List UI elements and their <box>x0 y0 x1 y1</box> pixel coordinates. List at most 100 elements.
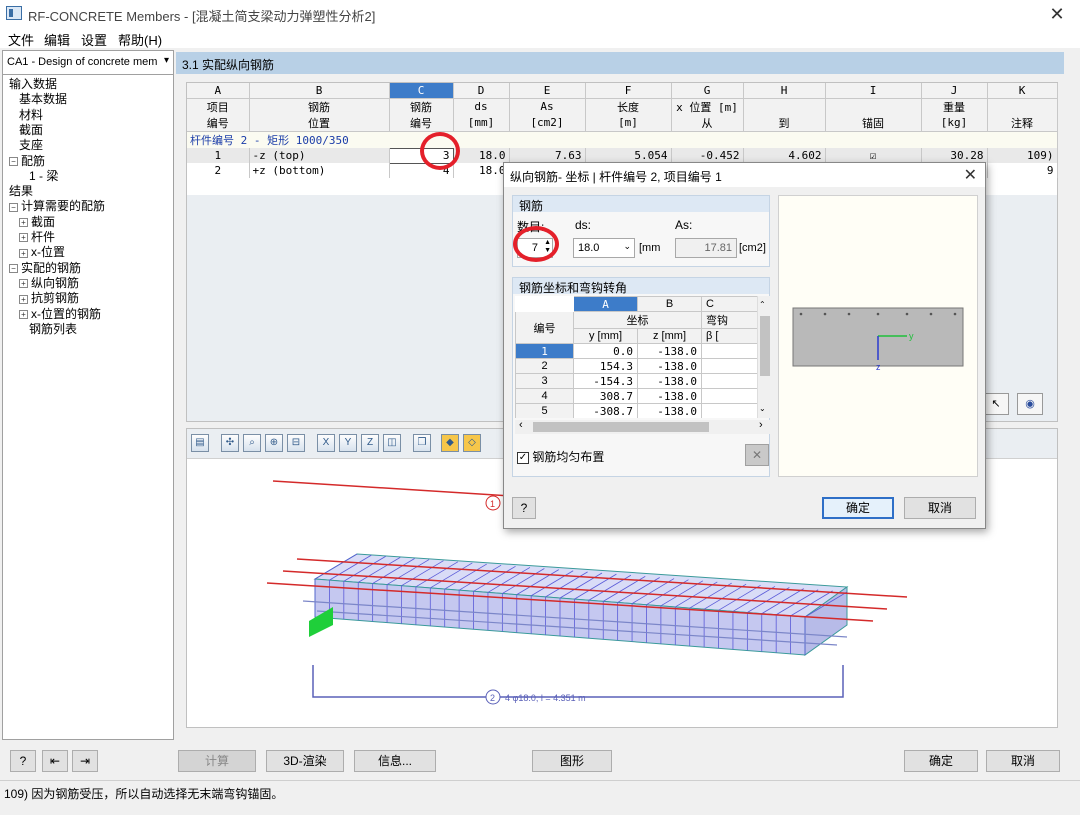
tree-item[interactable]: 基本数据 <box>19 92 67 107</box>
scroll-left-icon[interactable]: ‹ <box>519 419 523 431</box>
ds-select[interactable]: 18.0 ⌄ <box>573 238 635 258</box>
hook-cell[interactable] <box>701 388 757 404</box>
select-icon[interactable]: ✣ <box>221 434 239 452</box>
coord-cell[interactable]: 0.0 <box>573 343 638 359</box>
close-window-button[interactable]: ✕ <box>1042 3 1072 25</box>
tree-item[interactable]: 支座 <box>19 138 43 153</box>
table-cell[interactable]: 18.0 <box>453 163 510 178</box>
tree-item[interactable]: 钢筋列表 <box>29 322 77 337</box>
dialog-cancel-button[interactable]: 取消 <box>904 497 976 519</box>
hook-cell[interactable] <box>701 343 757 359</box>
table-cell[interactable]: 7.63 <box>509 148 586 163</box>
tree-item[interactable]: − 计算需要的配筋 <box>9 199 105 214</box>
print-icon[interactable]: ▤ <box>191 434 209 452</box>
table-cell[interactable]: 18.0 <box>453 148 510 163</box>
hook-cell[interactable] <box>701 358 757 374</box>
calc-button[interactable]: 计算 <box>178 750 256 772</box>
graphic-button[interactable]: 图形 <box>532 750 612 772</box>
dialog-help-icon[interactable]: ? <box>512 497 536 519</box>
view-x-icon[interactable]: X <box>317 434 335 452</box>
coord-cell[interactable]: 154.3 <box>573 358 638 374</box>
info-button[interactable]: 信息... <box>354 750 436 772</box>
coordinates-table[interactable]: ABC 编号 坐标 弯钩 y [mm] z [mm] β [ 1 0.0 -138.0 2 15… <box>515 296 757 418</box>
tree-item[interactable]: 1 - 梁 <box>29 169 58 184</box>
menu-edit[interactable]: 编辑 <box>44 30 70 49</box>
tree-item[interactable]: 结果 <box>9 184 33 199</box>
coord-row[interactable]: 4 308.7 -138.0 <box>515 388 757 404</box>
scroll-right-icon[interactable]: › <box>759 419 763 431</box>
cancel-button[interactable]: 取消 <box>986 750 1060 772</box>
tree-item[interactable]: + 抗剪钢筋 <box>19 291 79 306</box>
expand-icon[interactable]: + <box>19 309 28 319</box>
coord-row[interactable]: 2 154.3 -138.0 <box>515 358 757 374</box>
table-cell[interactable]: -z (top) <box>249 148 390 163</box>
view-z-icon[interactable]: Z <box>361 434 379 452</box>
expand-icon[interactable]: + <box>19 279 28 289</box>
expand-icon[interactable]: + <box>19 218 28 228</box>
scroll-thumb[interactable] <box>760 316 770 376</box>
coord-row[interactable]: 1 0.0 -138.0 <box>515 343 757 359</box>
menu-help[interactable]: 帮助(H) <box>118 30 162 49</box>
hook-cell[interactable] <box>701 373 757 389</box>
tree-item[interactable]: 截面 <box>19 123 43 138</box>
render-solid-icon[interactable]: ◆ <box>441 434 459 452</box>
hook-cell[interactable] <box>701 403 757 418</box>
tree-item[interactable]: − 实配的钢筋 <box>9 261 81 276</box>
expand-icon[interactable]: + <box>19 233 28 243</box>
view-eye-icon[interactable]: ◉ <box>1017 393 1043 415</box>
render-3d-button[interactable]: 3D-渲染 <box>266 750 344 772</box>
tree-item[interactable]: + 杆件 <box>19 230 55 245</box>
dimension-icon[interactable]: ⊟ <box>287 434 305 452</box>
display-options-icon[interactable]: ❒ <box>413 434 431 452</box>
coord-cell[interactable]: -138.0 <box>637 403 702 418</box>
tree-item[interactable]: 材料 <box>19 108 43 123</box>
coord-row[interactable]: 3 -154.3 -138.0 <box>515 373 757 389</box>
view-iso-icon[interactable]: ◫ <box>383 434 401 452</box>
case-select[interactable]: CA1 - Design of concrete mem ▾ <box>3 51 173 75</box>
table-cell[interactable]: 2 <box>187 163 250 178</box>
collapse-icon[interactable]: − <box>9 263 18 273</box>
help-icon[interactable]: ? <box>10 750 36 772</box>
expand-icon[interactable]: + <box>19 248 28 258</box>
even-distribution-checkbox[interactable]: ✓ <box>517 451 529 464</box>
even-distribution-option[interactable]: ✓ 钢筋均匀布置 <box>517 448 604 465</box>
table-cell[interactable]: 5.054 <box>585 148 672 163</box>
tree-item[interactable]: + 截面 <box>19 215 55 230</box>
scroll-down-icon[interactable]: ⌄ <box>759 404 766 413</box>
expand-icon[interactable]: + <box>19 294 28 304</box>
table-cell[interactable]: +z (bottom) <box>249 163 390 178</box>
tree-item[interactable]: + x-位置的钢筋 <box>19 307 101 322</box>
menu-settings[interactable]: 设置 <box>81 30 107 49</box>
menu-file[interactable]: 文件 <box>8 30 34 49</box>
tree-item[interactable]: + 纵向钢筋 <box>19 276 79 291</box>
ok-button[interactable]: 确定 <box>904 750 978 772</box>
collapse-icon[interactable]: − <box>9 156 18 166</box>
table-cell[interactable]: 1 <box>187 148 250 163</box>
table-cell[interactable]: -0.452 <box>671 148 744 163</box>
tree-item[interactable]: − 配筋 <box>9 154 45 169</box>
zoom-icon[interactable]: ⌕ <box>243 434 261 452</box>
hscroll-thumb[interactable] <box>533 422 709 432</box>
coord-cell[interactable]: -138.0 <box>637 388 702 404</box>
tree-item[interactable]: 输入数据 <box>9 77 57 92</box>
table-cell[interactable]: ☑ <box>825 148 922 163</box>
coord-cell[interactable]: -138.0 <box>637 358 702 374</box>
table-cell[interactable]: 4.602 <box>743 148 826 163</box>
coord-cell[interactable]: 308.7 <box>573 388 638 404</box>
vertical-scrollbar[interactable]: ⌃ ⌄ <box>757 296 771 418</box>
dialog-ok-button[interactable]: 确定 <box>822 497 894 519</box>
zoom-window-icon[interactable]: ⊕ <box>265 434 283 452</box>
scroll-up-icon[interactable]: ⌃ <box>759 300 766 309</box>
pointer-tool-icon[interactable]: ↖ <box>983 393 1009 415</box>
collapse-icon[interactable]: − <box>9 202 18 212</box>
import-icon[interactable]: ⇤ <box>42 750 68 772</box>
table-cell[interactable]: 109) <box>987 148 1058 163</box>
coord-cell[interactable]: -154.3 <box>573 373 638 389</box>
export-icon[interactable]: ⇥ <box>72 750 98 772</box>
tree-item[interactable]: + x-位置 <box>19 245 65 260</box>
dialog-close-icon[interactable]: ✕ <box>964 165 977 185</box>
coord-row[interactable]: 5 -308.7 -138.0 <box>515 403 757 418</box>
render-wire-icon[interactable]: ◇ <box>463 434 481 452</box>
coord-cell[interactable]: -138.0 <box>637 373 702 389</box>
view-y-icon[interactable]: Y <box>339 434 357 452</box>
